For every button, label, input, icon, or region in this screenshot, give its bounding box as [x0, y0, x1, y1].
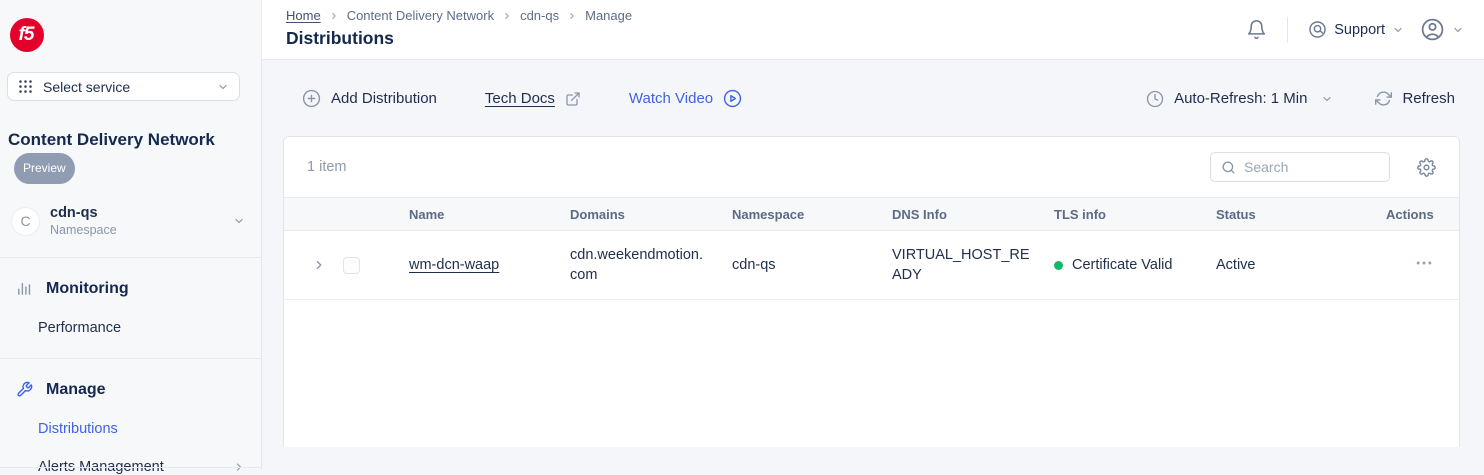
- sidebar-distributions-label: Distributions: [38, 421, 118, 437]
- breadcrumb-manage: Manage: [585, 8, 632, 23]
- breadcrumb-namespace[interactable]: cdn-qs: [520, 8, 559, 23]
- sidebar-item-monitoring[interactable]: Monitoring: [14, 280, 247, 298]
- chevron-right-icon: [502, 11, 512, 21]
- grid-icon: [18, 79, 33, 94]
- add-distribution-label: Add Distribution: [331, 90, 437, 107]
- sidebar-divider: [0, 467, 261, 468]
- sidebar-section-monitoring: Monitoring Performance: [0, 258, 261, 336]
- bar-chart-icon: [14, 280, 34, 297]
- header-divider: [1287, 17, 1288, 43]
- ellipsis-icon: [1414, 253, 1434, 273]
- support-menu[interactable]: Support: [1308, 20, 1404, 39]
- row-actions-button[interactable]: [1414, 253, 1434, 273]
- sidebar-item-performance[interactable]: Performance: [38, 320, 247, 336]
- row-namespace: cdn-qs: [732, 255, 892, 275]
- tech-docs-label: Tech Docs: [485, 90, 555, 107]
- table-row: wm-dcn-waap cdn.weekendmotion.com cdn-qs…: [284, 231, 1459, 300]
- row-tls-info: Certificate Valid: [1072, 255, 1172, 275]
- breadcrumb: Home Content Delivery Network cdn-qs Man…: [286, 8, 632, 23]
- refresh-label: Refresh: [1402, 90, 1455, 107]
- sidebar-monitoring-label: Monitoring: [46, 280, 129, 298]
- wrench-icon: [14, 381, 34, 398]
- account-menu[interactable]: [1420, 17, 1464, 42]
- row-expand-button[interactable]: [312, 258, 326, 272]
- account-icon: [1420, 17, 1445, 42]
- gear-icon: [1417, 158, 1436, 177]
- page-toolbar: Add Distribution Tech Docs Watch Video: [283, 84, 1460, 113]
- chevron-down-icon: [233, 215, 245, 227]
- chevron-right-icon: [329, 11, 339, 21]
- breadcrumb-home[interactable]: Home: [286, 8, 321, 23]
- chevron-down-icon: [1392, 24, 1404, 36]
- play-circle-icon: [723, 89, 742, 108]
- main-area: Home Content Delivery Network cdn-qs Man…: [262, 0, 1484, 469]
- add-distribution-button[interactable]: Add Distribution: [302, 89, 437, 108]
- chevron-down-icon: [217, 81, 229, 93]
- f5-logo: f5: [10, 18, 44, 52]
- sidebar: f5 Select service Content Delivery Netwo…: [0, 0, 262, 469]
- chevron-down-icon: [1452, 24, 1464, 36]
- support-icon: [1308, 20, 1327, 39]
- support-label: Support: [1334, 22, 1385, 38]
- namespace-selector[interactable]: C cdn-qs Namespace: [8, 198, 253, 245]
- refresh-button[interactable]: Refresh: [1375, 90, 1455, 107]
- column-header-actions: Actions: [1378, 207, 1459, 222]
- items-count: 1 item: [307, 159, 1210, 175]
- chevron-right-icon: [567, 11, 577, 21]
- column-header-domains: Domains: [570, 207, 732, 222]
- table-header-row: Name Domains Namespace DNS Info TLS info…: [284, 197, 1459, 231]
- content-area: Add Distribution Tech Docs Watch Video: [262, 60, 1484, 469]
- watch-video-label: Watch Video: [629, 90, 713, 107]
- clock-icon: [1146, 90, 1164, 108]
- row-dns-info: VIRTUAL_HOST_READY: [892, 245, 1038, 285]
- row-checkbox[interactable]: [343, 257, 360, 274]
- row-domains: cdn.weekendmotion.com: [570, 245, 708, 285]
- table-settings-button[interactable]: [1417, 158, 1436, 177]
- distributions-table-card: 1 item N: [283, 136, 1460, 447]
- tech-docs-link[interactable]: Tech Docs: [485, 90, 581, 107]
- f5-logo-text: f5: [19, 24, 34, 46]
- page-title: Distributions: [286, 28, 632, 49]
- plus-circle-icon: [302, 89, 321, 108]
- distribution-name-link[interactable]: wm-dcn-waap: [409, 257, 499, 273]
- auto-refresh-dropdown[interactable]: Auto-Refresh: 1 Min: [1146, 90, 1333, 108]
- column-header-tls-info: TLS info: [1054, 207, 1216, 222]
- search-input[interactable]: [1244, 159, 1379, 175]
- namespace-type-label: Namespace: [50, 223, 222, 239]
- sidebar-manage-label: Manage: [46, 381, 106, 399]
- breadcrumb-cdn[interactable]: Content Delivery Network: [347, 8, 494, 23]
- sidebar-section-manage: Manage Distributions Alerts Management: [0, 359, 261, 475]
- column-header-namespace: Namespace: [732, 207, 892, 222]
- external-link-icon: [565, 91, 581, 107]
- sidebar-performance-label: Performance: [38, 320, 121, 336]
- namespace-avatar: C: [12, 208, 39, 235]
- namespace-name: cdn-qs: [50, 204, 222, 222]
- bell-icon: [1246, 19, 1267, 40]
- notifications-bell-button[interactable]: [1246, 19, 1267, 40]
- sidebar-item-distributions[interactable]: Distributions: [38, 421, 247, 437]
- product-title-text: Content Delivery Network: [8, 130, 215, 149]
- tls-status-dot: [1054, 261, 1063, 270]
- column-header-status: Status: [1216, 207, 1378, 222]
- product-title: Content Delivery Network Preview: [8, 127, 252, 184]
- watch-video-link[interactable]: Watch Video: [629, 89, 742, 108]
- select-service-label: Select service: [43, 79, 207, 95]
- top-header: Home Content Delivery Network cdn-qs Man…: [262, 0, 1484, 60]
- chevron-down-icon: [1321, 93, 1333, 105]
- chevron-right-icon: [312, 258, 326, 272]
- search-box: [1210, 152, 1390, 182]
- auto-refresh-label: Auto-Refresh: 1 Min: [1174, 90, 1307, 107]
- column-header-dns-info: DNS Info: [892, 207, 1054, 222]
- table-card-header: 1 item: [284, 137, 1459, 197]
- sidebar-item-manage[interactable]: Manage: [14, 381, 247, 399]
- search-icon: [1221, 160, 1236, 175]
- column-header-name: Name: [409, 207, 570, 222]
- select-service-dropdown[interactable]: Select service: [7, 72, 240, 101]
- preview-badge: Preview: [14, 153, 75, 184]
- row-status: Active: [1216, 255, 1378, 275]
- refresh-icon: [1375, 90, 1392, 107]
